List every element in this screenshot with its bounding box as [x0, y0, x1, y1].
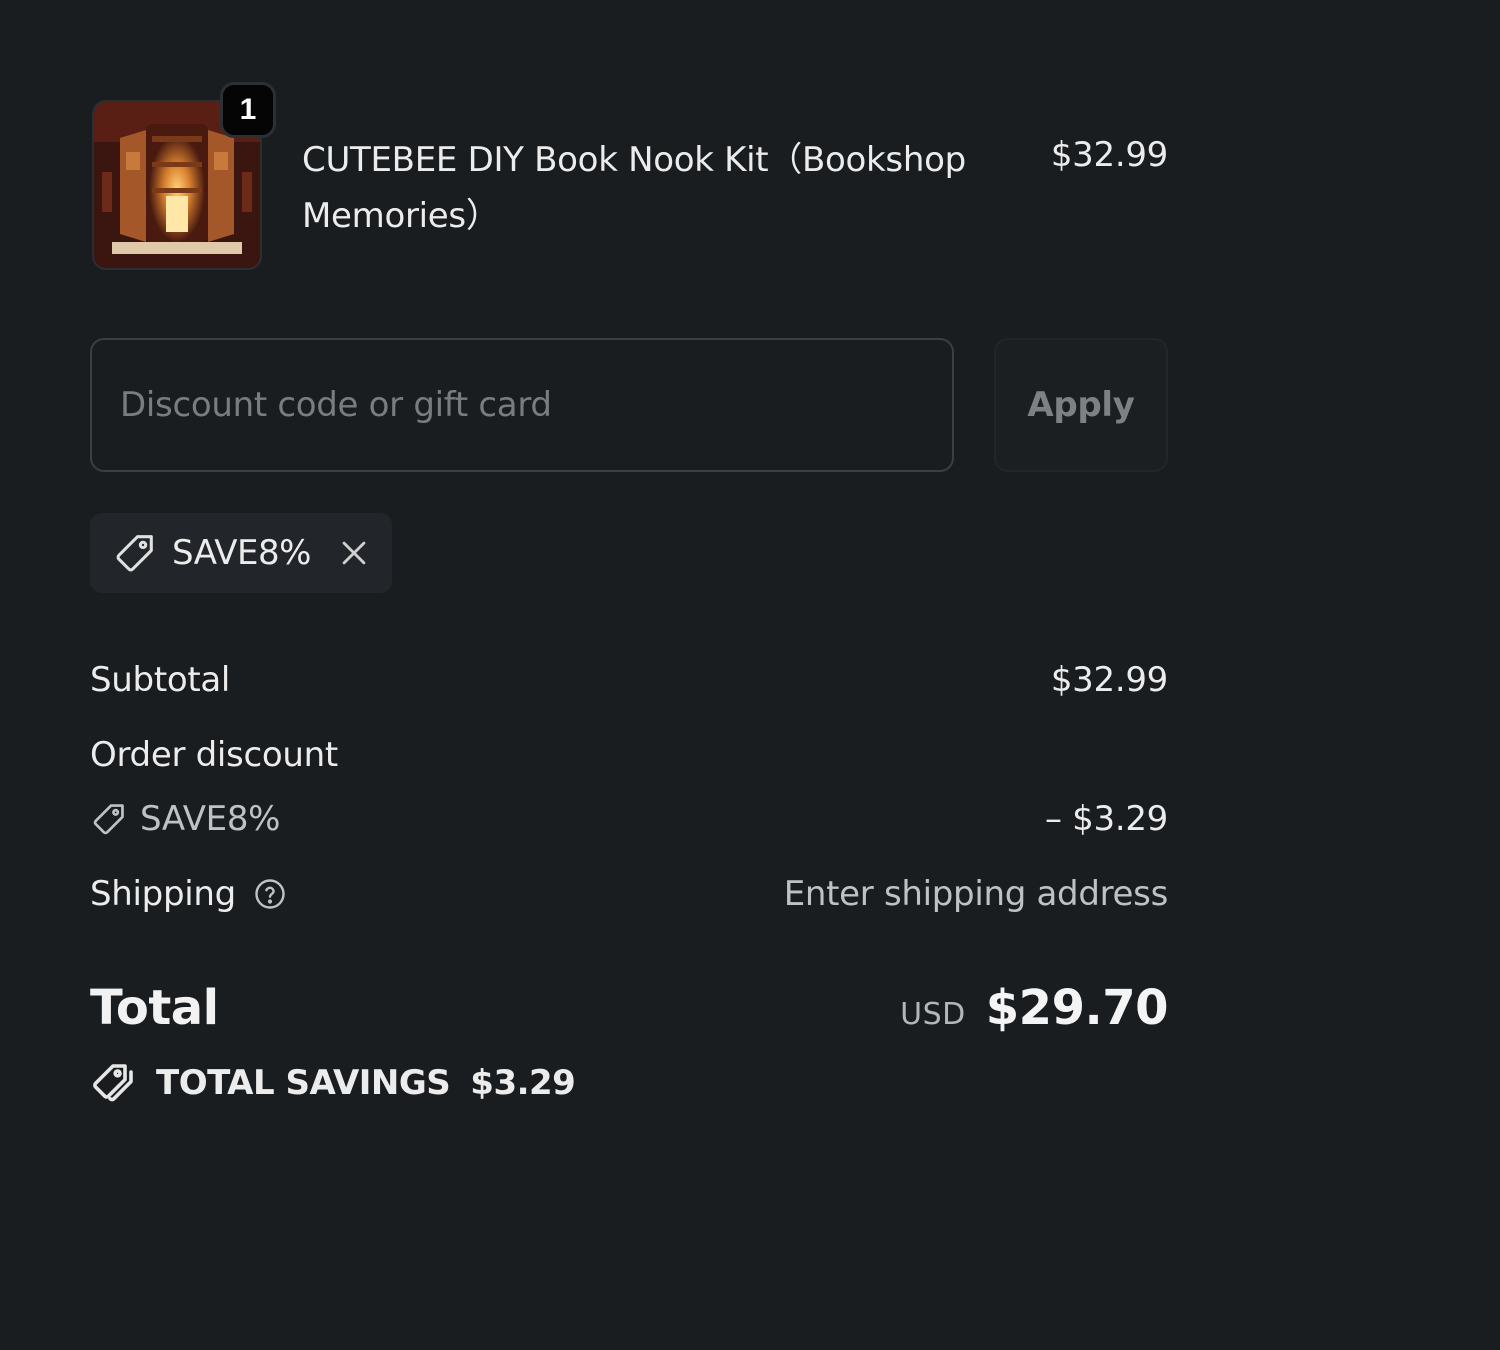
discount-code-label: SAVE8% [90, 794, 280, 844]
subtotal-label: Subtotal [90, 660, 231, 700]
total-label: Total [90, 980, 219, 1036]
applied-discount-code: SAVE8% [172, 533, 311, 573]
shipping-row: Shipping Enter shipping address [90, 869, 1168, 919]
discount-form: Apply [90, 338, 1168, 472]
shipping-value: Enter shipping address [783, 874, 1169, 914]
quantity-badge: 1 [220, 82, 276, 138]
total-savings: TOTAL SAVINGS $3.29 [90, 1058, 576, 1108]
tag-icon [90, 800, 128, 838]
total-amount: $29.70 [985, 980, 1169, 1036]
order-summary: 1 CUTEBEE DIY Book Nook Kit（Bookshop Mem… [90, 0, 1169, 1350]
applied-discount-chip: SAVE8% [90, 513, 392, 593]
shipping-label: Shipping [90, 874, 236, 914]
shipping-label-group: Shipping [90, 869, 288, 919]
total-savings-label: TOTAL SAVINGS [156, 1063, 451, 1103]
discount-code-row: SAVE8% – $3.29 [90, 794, 1168, 844]
total-value-group: USD $29.70 [900, 975, 1168, 1048]
discount-code-text: SAVE8% [140, 799, 281, 839]
product-name: CUTEBEE DIY Book Nook Kit（Bookshop Memor… [302, 140, 966, 236]
currency-code: USD [900, 997, 966, 1032]
product-thumbnail-wrapper: 1 [92, 82, 276, 270]
order-discount-label: Order discount [90, 735, 338, 775]
help-icon[interactable] [252, 876, 288, 912]
tags-icon [90, 1059, 138, 1107]
total-row: Total USD $29.70 [90, 975, 1169, 1041]
subtotal-row: Subtotal $32.99 [90, 655, 1168, 705]
discount-code-input[interactable] [90, 338, 954, 472]
order-discount-row: Order discount [90, 730, 1168, 780]
tag-icon [112, 530, 158, 576]
product-line-item: 1 CUTEBEE DIY Book Nook Kit（Bookshop Mem… [90, 82, 1168, 274]
product-price: $32.99 [1050, 135, 1168, 175]
total-savings-amount: $3.29 [470, 1063, 576, 1103]
apply-button[interactable]: Apply [994, 338, 1168, 472]
discount-value: – $3.29 [1044, 799, 1168, 839]
remove-discount-icon[interactable] [337, 536, 371, 570]
subtotal-value: $32.99 [1050, 660, 1168, 700]
